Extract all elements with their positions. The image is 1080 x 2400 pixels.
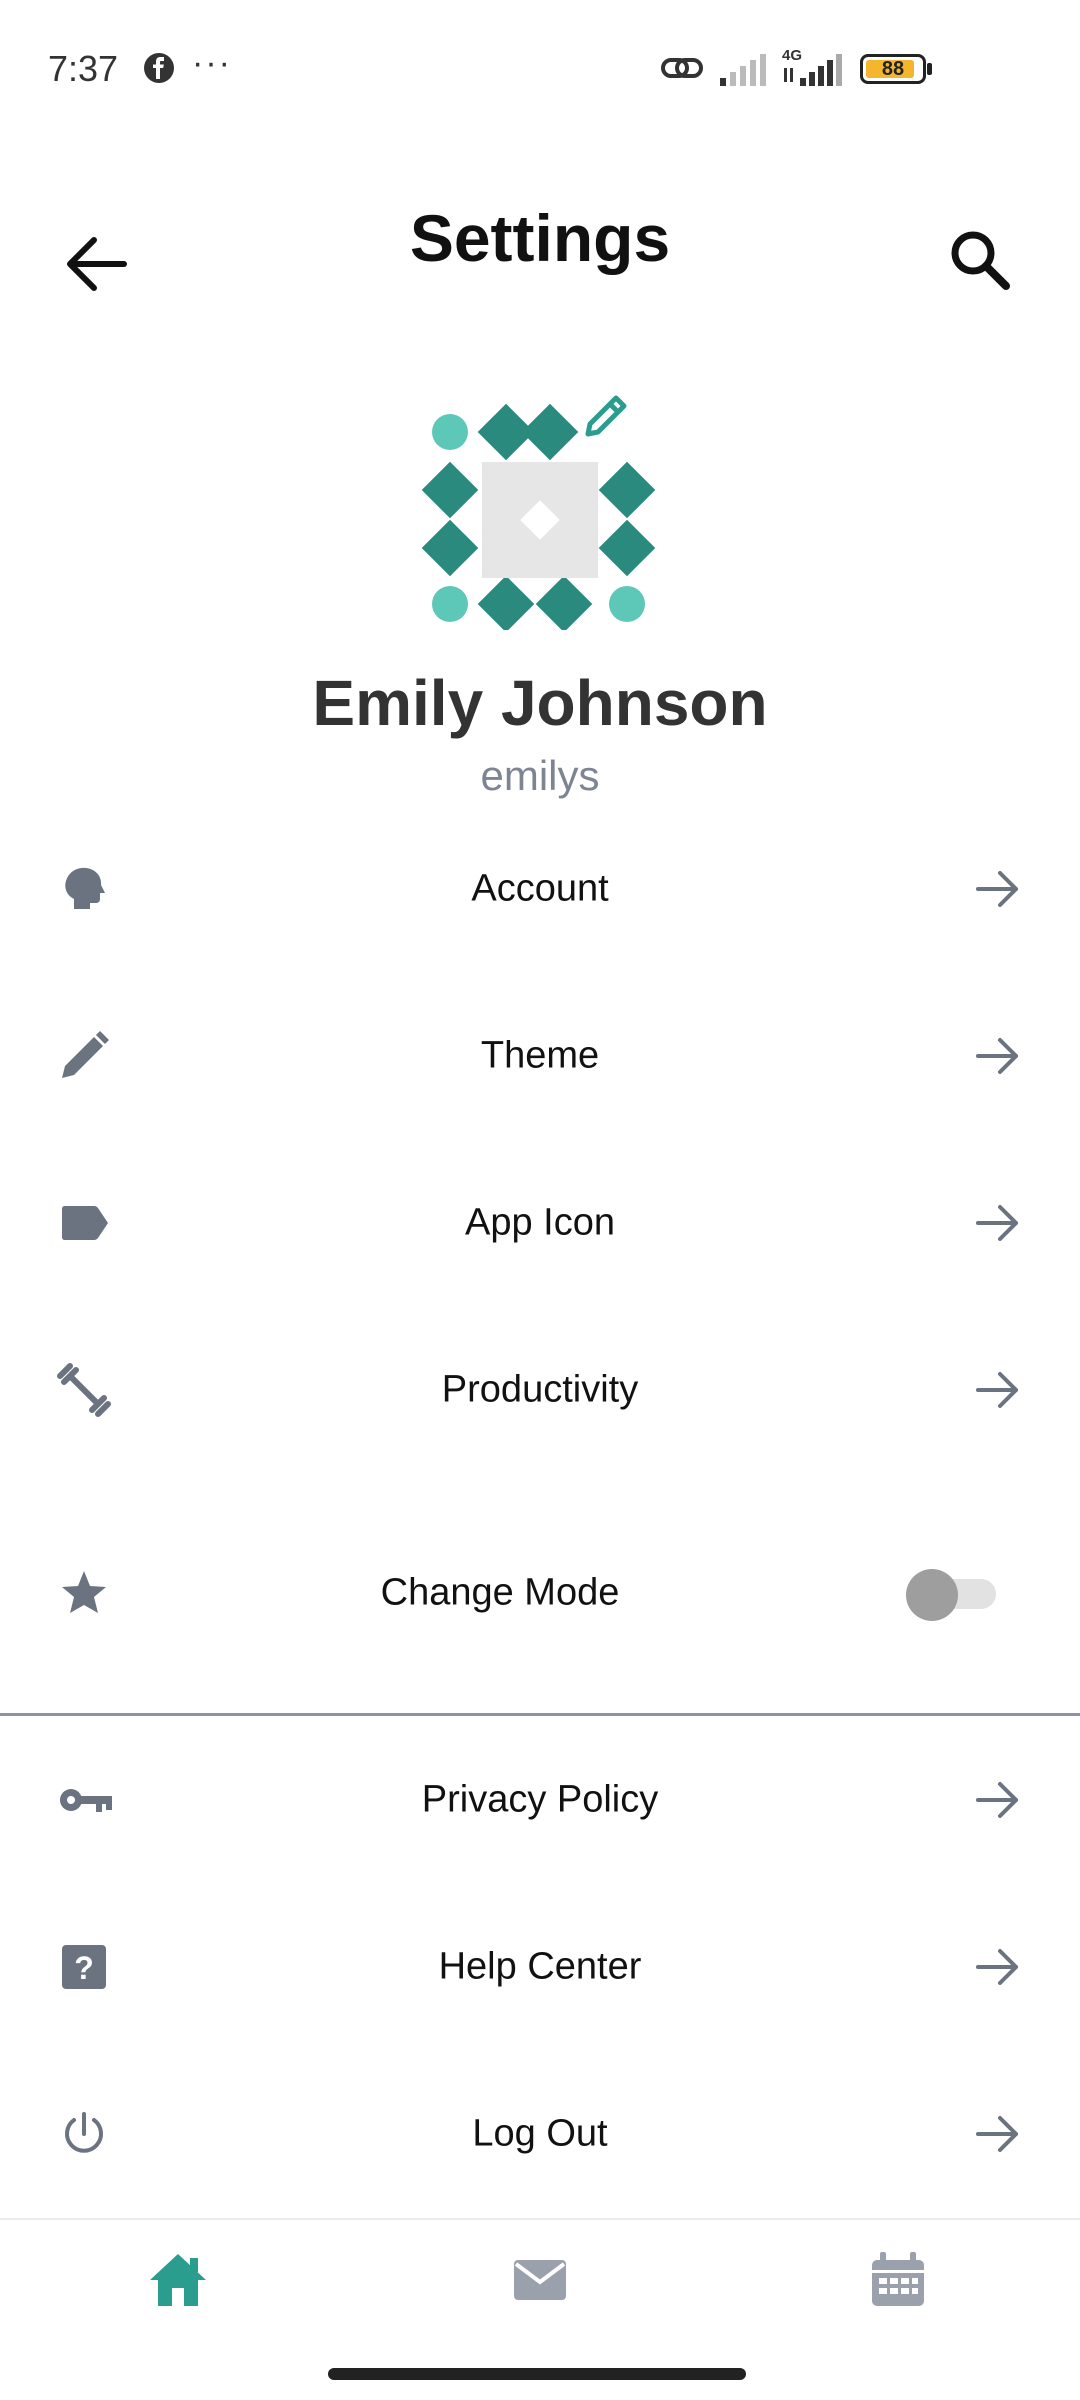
menu-label-theme: Theme [480,1034,600,1077]
user-handle: emilys [480,752,600,799]
mail-icon [514,2260,566,2300]
status-time: 7:37 [48,48,119,89]
menu-label-app-icon: App Icon [465,1201,615,1244]
arrow-right-icon [976,1949,1018,1985]
home-indicator[interactable] [328,2368,746,2380]
arrow-right-icon [976,1782,1018,1818]
menu-item-log-out[interactable]: Log Out [0,2059,1080,2209]
arrow-right-icon [976,2116,1018,2152]
signal-4g-icon: 4G [782,47,842,86]
change-mode-toggle[interactable] [906,1569,996,1621]
battery-nub [927,63,932,75]
status-bar: 7:37 ··· 4G 88 [0,0,1080,140]
menu-item-change-mode[interactable]: Change Mode [0,1518,1080,1668]
arrow-right-icon [976,871,1018,907]
arrow-right-icon [976,1038,1018,1074]
svg-text:4G: 4G [782,47,802,64]
menu-item-privacy-policy[interactable]: Privacy Policy [0,1725,1080,1875]
calendar-icon [872,2252,924,2306]
user-name: Emily Johnson [312,667,768,739]
menu-item-theme[interactable]: Theme [0,981,1080,1131]
home-icon [150,2254,206,2306]
menu-label-account: Account [471,867,609,910]
nav-calendar-button[interactable] [866,2248,930,2312]
battery-level: 88 [881,58,905,80]
nav-home-button[interactable] [146,2248,210,2312]
toggle-thumb [906,1569,958,1621]
signal-icon [720,54,766,86]
facebook-icon [144,53,174,83]
nav-mail-button[interactable] [508,2248,572,2312]
more-dots-icon: ··· [192,44,232,82]
pencil-icon[interactable] [580,390,632,442]
search-button[interactable] [940,220,1020,300]
arrow-right-icon [976,1205,1018,1241]
menu-item-productivity[interactable]: Productivity [0,1315,1080,1465]
menu-label-log-out: Log Out [472,2112,608,2155]
menu-item-account[interactable]: Account [0,814,1080,964]
divider [0,1713,1080,1716]
battery-icon: 88 [860,54,926,84]
menu-item-help-center[interactable]: ? Help Center [0,1892,1080,2042]
app-header: Settings [0,180,1080,320]
page-title: Settings [409,201,671,275]
search-icon [951,231,1010,290]
menu-label-help-center: Help Center [438,1945,642,1988]
link-icon [661,58,703,78]
arrow-right-icon [976,1372,1018,1408]
menu-label-privacy-policy: Privacy Policy [421,1778,659,1821]
menu-label-productivity: Productivity [441,1368,639,1411]
menu-label-change-mode: Change Mode [380,1571,620,1614]
menu-item-app-icon[interactable]: App Icon [0,1148,1080,1298]
